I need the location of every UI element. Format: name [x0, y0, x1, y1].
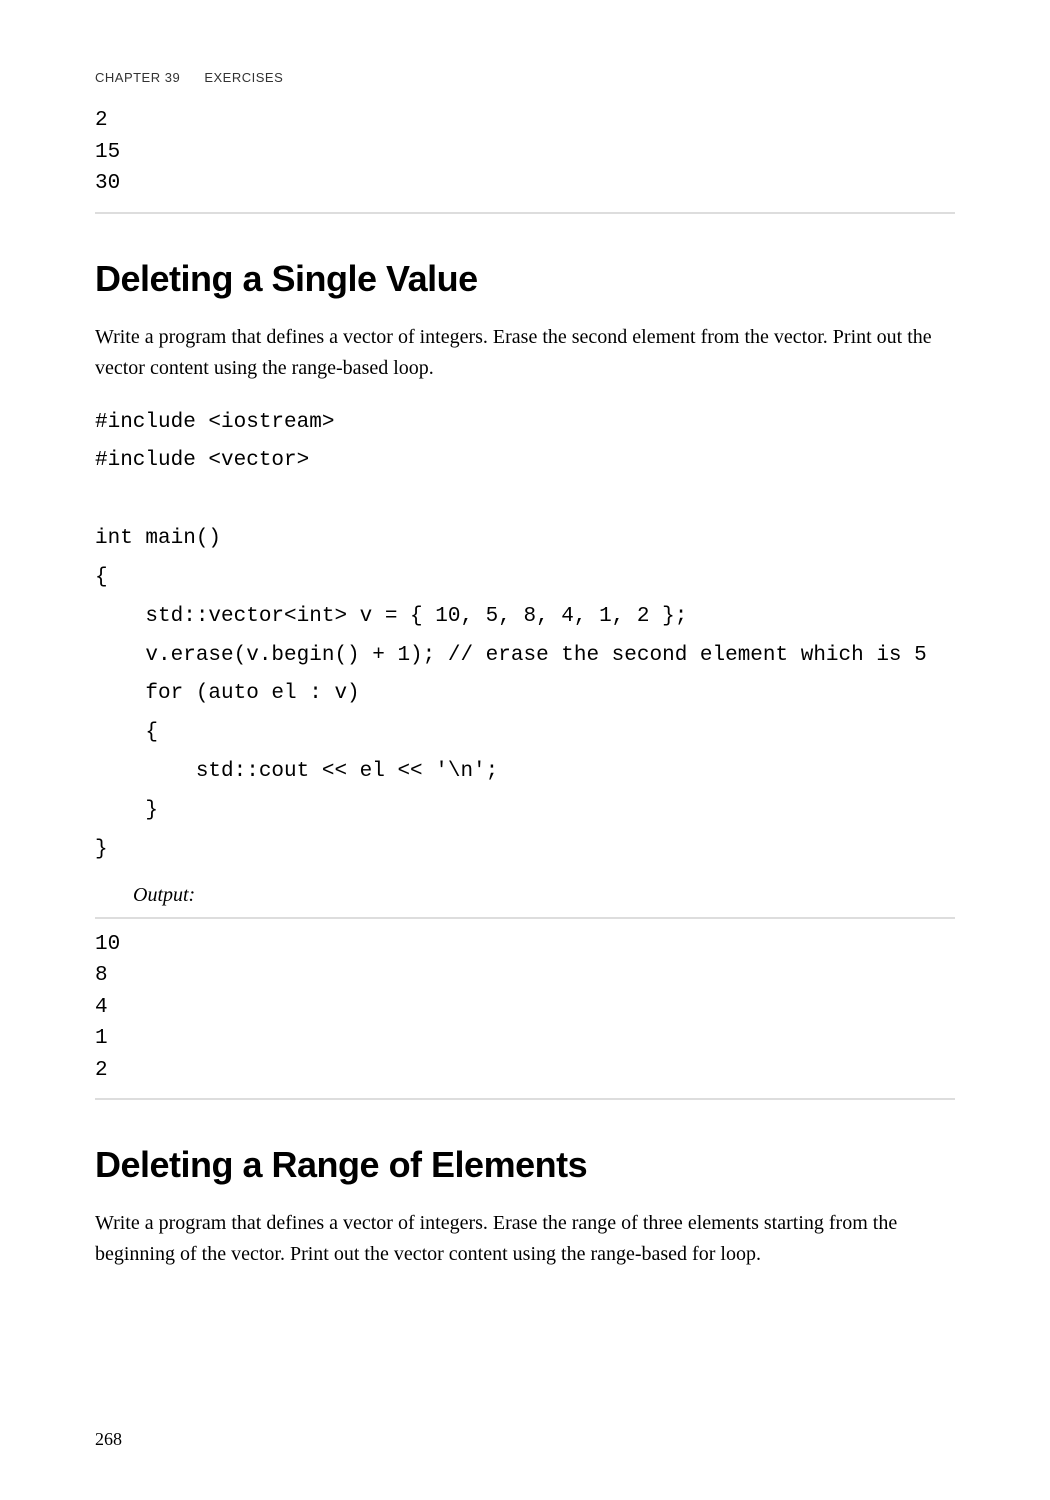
- chapter-number: CHAPTER 39: [95, 70, 180, 85]
- page-number: 268: [95, 1429, 122, 1450]
- output-line: 8: [95, 960, 955, 992]
- output-line: 10: [95, 929, 955, 961]
- code-block-1: #include <iostream> #include <vector> in…: [95, 404, 955, 870]
- section-heading-1: Deleting a Single Value: [95, 258, 955, 300]
- section-paragraph-1: Write a program that defines a vector of…: [95, 322, 955, 384]
- output-line: 15: [95, 137, 955, 169]
- output-block-top: 2 15 30: [95, 105, 955, 214]
- section-heading-2: Deleting a Range of Elements: [95, 1144, 955, 1186]
- output-line: 4: [95, 992, 955, 1024]
- output-label: Output:: [133, 884, 955, 907]
- section-paragraph-2: Write a program that defines a vector of…: [95, 1208, 955, 1270]
- output-block-1: 10 8 4 1 2: [95, 917, 955, 1101]
- output-line: 2: [95, 1055, 955, 1087]
- chapter-title: EXERCISES: [204, 70, 283, 85]
- page-header: CHAPTER 39 EXERCISES: [95, 70, 955, 85]
- output-line: 1: [95, 1023, 955, 1055]
- output-line: 30: [95, 168, 955, 200]
- output-line: 2: [95, 105, 955, 137]
